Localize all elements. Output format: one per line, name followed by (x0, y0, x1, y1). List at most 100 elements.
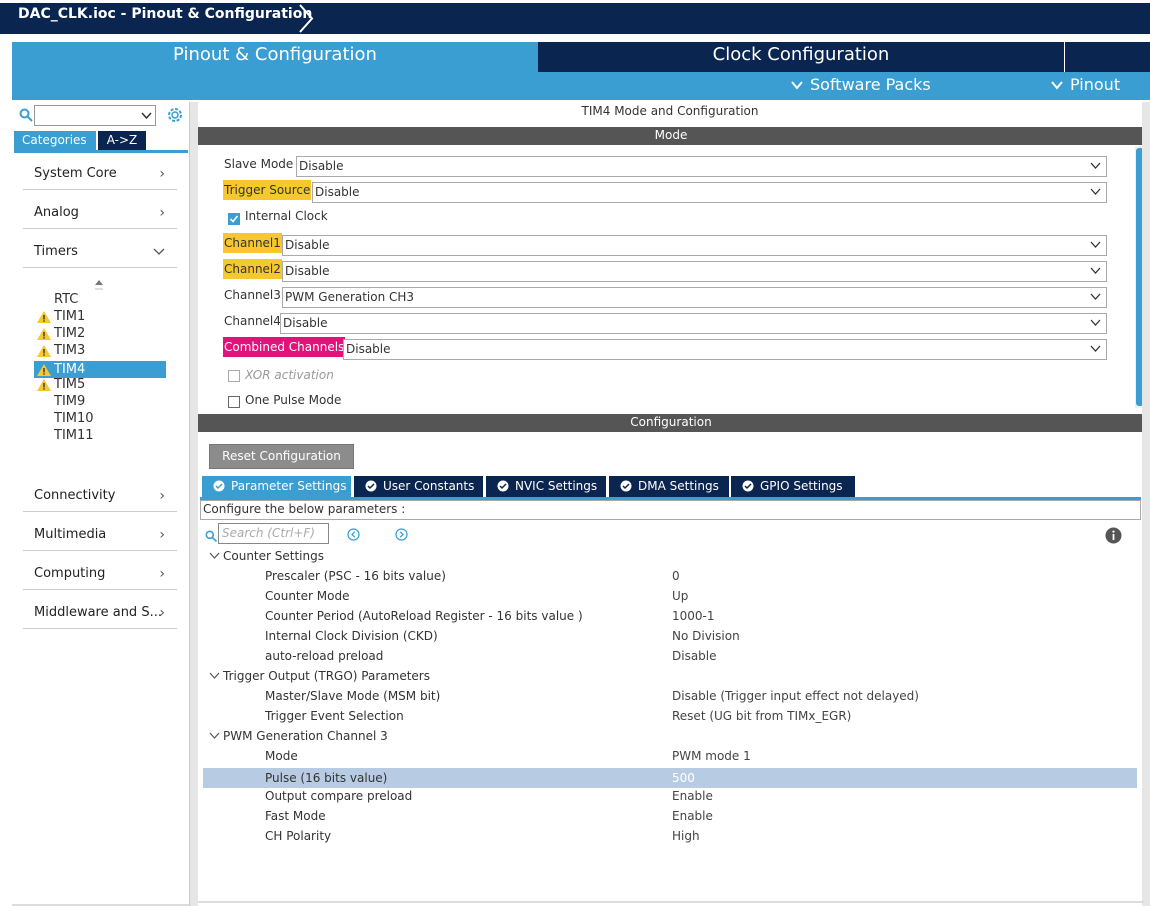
category-label: Connectivity (34, 488, 116, 503)
timer-item-tim5[interactable]: TIM5 (34, 376, 166, 393)
slave-mode-select[interactable]: Disable (296, 156, 1107, 177)
tab-pinout-configuration[interactable]: Pinout & Configuration (12, 42, 538, 72)
param-row[interactable]: Mode PWM mode 1 (203, 746, 1137, 766)
tab-more[interactable] (1064, 42, 1150, 72)
param-value: PWM mode 1 (672, 749, 751, 763)
tab-gpio-settings[interactable]: GPIO Settings (731, 476, 855, 497)
chevron-right-icon: › (159, 488, 165, 504)
category-system-core[interactable]: System Core › (23, 160, 177, 190)
parameter-search-input[interactable]: Search (Ctrl+F) (218, 523, 329, 544)
group-title: Trigger Output (TRGO) Parameters (223, 669, 430, 683)
channel3-label: Channel3 (224, 288, 281, 302)
xor-activation-checkbox[interactable] (228, 370, 240, 382)
channel4-select[interactable]: Disable (280, 313, 1107, 334)
software-packs-menu[interactable]: Software Packs (790, 74, 931, 96)
param-name: Counter Period (AutoReload Register - 16… (265, 609, 583, 623)
trigger-source-select[interactable]: Disable (312, 182, 1107, 203)
info-icon[interactable] (1105, 527, 1122, 544)
timer-item-rtc[interactable]: RTC (34, 291, 166, 308)
param-row[interactable]: Output compare preload Enable (203, 786, 1137, 806)
channel3-select[interactable]: PWM Generation CH3 (282, 287, 1107, 308)
tab-parameter-settings[interactable]: Parameter Settings (202, 476, 351, 497)
category-search-combo[interactable] (34, 105, 156, 126)
group-trigger-output[interactable]: Trigger Output (TRGO) Parameters (203, 666, 1137, 686)
channel2-row: Channel2 (223, 259, 282, 281)
chevron-right-icon: › (159, 566, 165, 582)
category-label: Middleware and S... (34, 605, 162, 620)
category-computing[interactable]: Computing › (23, 560, 177, 590)
channel2-select[interactable]: Disable (282, 261, 1107, 282)
tab-a-to-z[interactable]: A->Z (98, 131, 146, 150)
tab-label: Parameter Settings (231, 479, 347, 493)
left-panel-scrollbar[interactable] (190, 102, 198, 906)
mode-section-label: Mode (654, 128, 688, 142)
timer-item-tim9[interactable]: TIM9 (34, 393, 166, 410)
sort-arrow-icon[interactable] (94, 278, 104, 292)
timer-item-tim2[interactable]: TIM2 (34, 325, 166, 342)
param-row[interactable]: Counter Period (AutoReload Register - 16… (203, 606, 1137, 626)
timer-item-tim10[interactable]: TIM10 (34, 410, 166, 427)
chevron-down-icon (141, 112, 152, 120)
chevron-down-icon (209, 672, 220, 679)
reset-configuration-button[interactable]: Reset Configuration (209, 444, 354, 469)
param-name: Prescaler (PSC - 16 bits value) (265, 569, 446, 583)
mode-configuration-panel: TIM4 Mode and Configuration Mode Slave M… (198, 102, 1150, 906)
category-analog[interactable]: Analog › (23, 199, 177, 229)
chevron-down-icon (1090, 267, 1101, 274)
chevron-down-icon (1090, 319, 1101, 326)
param-row[interactable]: Fast Mode Enable (203, 806, 1137, 826)
channel4-row: Channel4 (223, 311, 282, 333)
internal-clock-checkbox[interactable] (228, 213, 240, 225)
param-row[interactable]: Internal Clock Division (CKD) No Division (203, 626, 1137, 646)
pinout-menu-label: Pinout (1070, 75, 1121, 94)
group-pwm-channel-3[interactable]: PWM Generation Channel 3 (203, 726, 1137, 746)
slave-mode-value: Disable (299, 159, 344, 173)
timer-label: RTC (54, 292, 79, 307)
gear-icon[interactable] (166, 106, 184, 124)
tab-dma-settings[interactable]: DMA Settings (609, 476, 729, 497)
group-counter-settings[interactable]: Counter Settings (203, 546, 1137, 566)
category-connectivity[interactable]: Connectivity › (23, 482, 177, 512)
timer-item-tim1[interactable]: TIM1 (34, 308, 166, 325)
warning-icon (37, 311, 51, 323)
chevron-down-icon (1090, 241, 1101, 248)
right-panel-scrollbar[interactable] (1142, 102, 1150, 906)
configure-description: Configure the below parameters : (200, 500, 1141, 520)
category-timers[interactable]: Timers (23, 238, 177, 268)
param-row[interactable]: Counter Mode Up (203, 586, 1137, 606)
window-title: DAC_CLK.ioc - Pinout & Configuration (18, 6, 313, 22)
param-row[interactable]: CH Polarity High (203, 826, 1137, 846)
tab-categories[interactable]: Categories (14, 131, 96, 150)
param-row[interactable]: auto-reload preload Disable (203, 646, 1137, 666)
channel1-select[interactable]: Disable (282, 235, 1107, 256)
warning-icon (37, 345, 51, 357)
check-circle-icon (213, 480, 225, 492)
category-label: Computing (34, 566, 106, 581)
chevron-down-icon (209, 732, 220, 739)
trigger-source-label: Trigger Source (223, 180, 312, 200)
next-match-icon[interactable] (395, 528, 408, 541)
combined-channels-label: Combined Channels (223, 337, 346, 357)
pinout-menu[interactable]: Pinout (1050, 74, 1120, 96)
combined-channels-select[interactable]: Disable (343, 339, 1107, 360)
tab-nvic-settings[interactable]: NVIC Settings (486, 476, 606, 497)
category-multimedia[interactable]: Multimedia › (23, 521, 177, 551)
param-name: Output compare preload (265, 789, 413, 803)
param-name: auto-reload preload (265, 649, 384, 663)
category-middleware[interactable]: Middleware and S... › (23, 599, 177, 629)
internal-clock-label: Internal Clock (245, 209, 328, 223)
group-title: Counter Settings (223, 549, 324, 563)
check-icon (229, 215, 239, 223)
warning-icon (37, 379, 51, 391)
param-row[interactable]: Trigger Event Selection Reset (UG bit fro… (203, 706, 1137, 726)
param-row[interactable]: Prescaler (PSC - 16 bits value) 0 (203, 566, 1137, 586)
warning-icon (37, 328, 51, 340)
param-row-selected[interactable]: Pulse (16 bits value) 500 (203, 768, 1137, 788)
tab-user-constants[interactable]: User Constants (354, 476, 483, 497)
tab-clock-configuration[interactable]: Clock Configuration (538, 42, 1064, 72)
timer-item-tim11[interactable]: TIM11 (34, 427, 166, 444)
param-row[interactable]: Master/Slave Mode (MSM bit) Disable (Trig… (203, 686, 1137, 706)
previous-match-icon[interactable] (347, 528, 360, 541)
timer-item-tim3[interactable]: TIM3 (34, 342, 166, 359)
one-pulse-mode-checkbox[interactable] (228, 396, 240, 408)
